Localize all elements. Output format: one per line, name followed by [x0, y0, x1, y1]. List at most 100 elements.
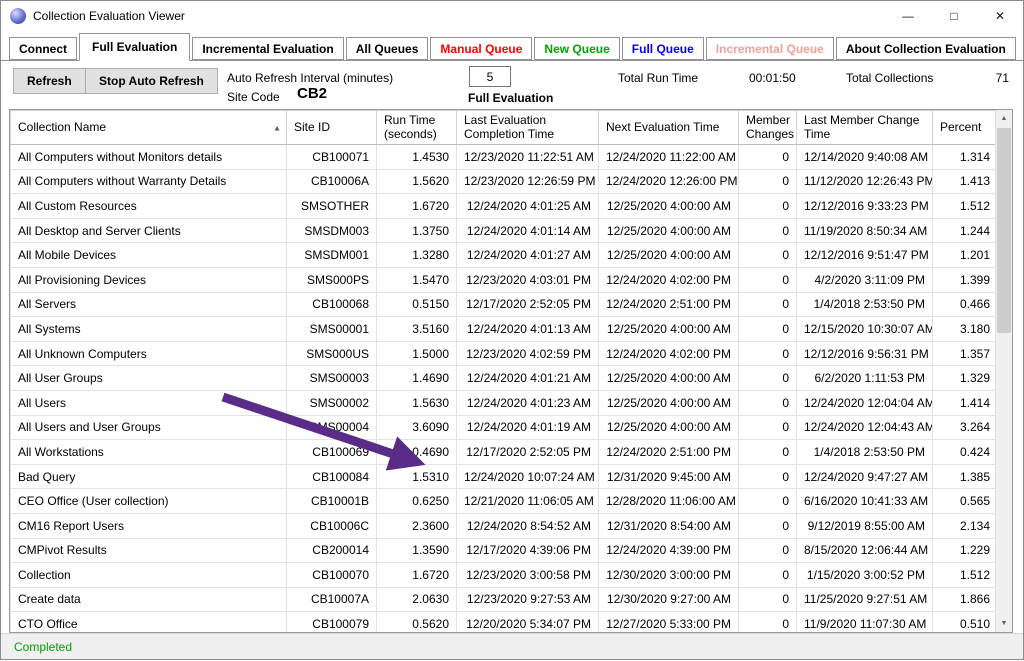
table-row[interactable]: All Unknown ComputersSMS000US1.500012/23…	[11, 341, 998, 366]
cell-last_eval: 12/23/2020 4:02:59 PM	[457, 341, 599, 366]
table-row[interactable]: All SystemsSMS000013.516012/24/2020 4:01…	[11, 317, 998, 342]
cell-run_time: 1.3590	[377, 538, 457, 563]
refresh-button[interactable]: Refresh	[13, 68, 86, 94]
column-header-run-time-seconds[interactable]: Run Time (seconds)	[377, 111, 457, 145]
cell-name: All Workstations	[11, 440, 287, 465]
scroll-up-icon[interactable]: ▲	[996, 110, 1012, 127]
cell-next_eval: 12/25/2020 4:00:00 AM	[599, 218, 739, 243]
cell-run_time: 1.5000	[377, 341, 457, 366]
column-header-label: Site ID	[294, 120, 330, 134]
cell-percent: 3.180	[933, 317, 998, 342]
column-header-next-evaluation-time[interactable]: Next Evaluation Time	[599, 111, 739, 145]
cell-site_id: CB100069	[287, 440, 377, 465]
cell-member_changes: 0	[739, 587, 797, 612]
cell-member_changes: 0	[739, 538, 797, 563]
table-row[interactable]: CEO Office (User collection)CB10001B0.62…	[11, 489, 998, 514]
cell-member_changes: 0	[739, 317, 797, 342]
tab-about-collection-evaluation[interactable]: About Collection Evaluation	[836, 37, 1016, 60]
cell-run_time: 1.4530	[377, 145, 457, 170]
cell-site_id: SMS00003	[287, 366, 377, 391]
table-row[interactable]: CTO OfficeCB1000790.562012/20/2020 5:34:…	[11, 612, 998, 633]
app-icon	[10, 8, 26, 24]
cell-next_eval: 12/25/2020 4:00:00 AM	[599, 194, 739, 219]
table-row[interactable]: CMPivot ResultsCB2000141.359012/17/2020 …	[11, 538, 998, 563]
table-row[interactable]: All Computers without Warranty DetailsCB…	[11, 169, 998, 194]
minimize-icon[interactable]: —	[885, 1, 931, 31]
table-row[interactable]: All Provisioning DevicesSMS000PS1.547012…	[11, 267, 998, 292]
tab-all-queues[interactable]: All Queues	[346, 37, 429, 60]
status-bar: Completed	[1, 633, 1023, 659]
tab-connect[interactable]: Connect	[9, 37, 77, 60]
cell-last_member_change: 1/4/2018 2:53:50 PM	[797, 440, 933, 465]
cell-percent: 1.414	[933, 390, 998, 415]
table-row[interactable]: All Computers without Monitors detailsCB…	[11, 145, 998, 170]
cell-name: All Computers without Warranty Details	[11, 169, 287, 194]
cell-next_eval: 12/30/2020 9:27:00 AM	[599, 587, 739, 612]
cell-last_eval: 12/20/2020 5:34:07 PM	[457, 612, 599, 633]
auto-refresh-interval-input[interactable]	[469, 66, 511, 87]
cell-name: Create data	[11, 587, 287, 612]
tab-new-queue[interactable]: New Queue	[534, 37, 619, 60]
table-row[interactable]: CM16 Report UsersCB10006C2.360012/24/202…	[11, 513, 998, 538]
cell-member_changes: 0	[739, 612, 797, 633]
scrollbar-thumb[interactable]	[997, 128, 1011, 333]
cell-last_member_change: 12/12/2016 9:51:47 PM	[797, 243, 933, 268]
cell-site_id: CB100070	[287, 563, 377, 588]
cell-last_eval: 12/24/2020 4:01:14 AM	[457, 218, 599, 243]
collections-grid: Collection Name▲ Site ID Run Time (seconds…	[9, 109, 1013, 633]
cell-name: Collection	[11, 563, 287, 588]
cell-last_member_change: 12/24/2020 9:47:27 AM	[797, 464, 933, 489]
cell-percent: 1.201	[933, 243, 998, 268]
tab-manual-queue[interactable]: Manual Queue	[430, 37, 532, 60]
column-header-site-id[interactable]: Site ID	[287, 111, 377, 145]
table-row[interactable]: All Mobile DevicesSMSDM0011.328012/24/20…	[11, 243, 998, 268]
table-row[interactable]: Create dataCB10007A2.063012/23/2020 9:27…	[11, 587, 998, 612]
vertical-scrollbar[interactable]: ▲ ▼	[995, 110, 1012, 632]
table-row[interactable]: All UsersSMS000021.563012/24/2020 4:01:2…	[11, 390, 998, 415]
cell-run_time: 0.5620	[377, 612, 457, 633]
table-row[interactable]: All Users and User GroupsSMS000043.60901…	[11, 415, 998, 440]
table-row[interactable]: Bad QueryCB1000841.531012/24/2020 10:07:…	[11, 464, 998, 489]
table-row[interactable]: All Desktop and Server ClientsSMSDM0031.…	[11, 218, 998, 243]
cell-next_eval: 12/28/2020 11:06:00 AM	[599, 489, 739, 514]
maximize-icon[interactable]: □	[931, 1, 977, 31]
cell-name: All Users and User Groups	[11, 415, 287, 440]
close-icon[interactable]: ✕	[977, 1, 1023, 31]
cell-member_changes: 0	[739, 145, 797, 170]
tab-full-queue[interactable]: Full Queue	[622, 37, 704, 60]
column-header-percent[interactable]: Percent	[933, 111, 998, 145]
cell-percent: 1.512	[933, 194, 998, 219]
column-header-last-evaluation-completion-time[interactable]: Last Evaluation Completion Time	[457, 111, 599, 145]
cell-next_eval: 12/24/2020 2:51:00 PM	[599, 292, 739, 317]
tab-incremental-queue[interactable]: Incremental Queue	[706, 37, 834, 60]
table-row[interactable]: CollectionCB1000701.672012/23/2020 3:00:…	[11, 563, 998, 588]
table-row[interactable]: All WorkstationsCB1000690.469012/17/2020…	[11, 440, 998, 465]
cell-percent: 1.512	[933, 563, 998, 588]
cell-name: CTO Office	[11, 612, 287, 633]
cell-member_changes: 0	[739, 415, 797, 440]
cell-run_time: 1.6720	[377, 563, 457, 588]
cell-run_time: 1.5310	[377, 464, 457, 489]
column-header-member-changes[interactable]: Member Changes	[739, 111, 797, 145]
cell-next_eval: 12/27/2020 5:33:00 PM	[599, 612, 739, 633]
cell-last_member_change: 12/14/2020 9:40:08 AM	[797, 145, 933, 170]
table-row[interactable]: All User GroupsSMS000031.469012/24/2020 …	[11, 366, 998, 391]
cell-percent: 1.385	[933, 464, 998, 489]
cell-next_eval: 12/30/2020 3:00:00 PM	[599, 563, 739, 588]
cell-member_changes: 0	[739, 341, 797, 366]
stop-auto-refresh-button[interactable]: Stop Auto Refresh	[85, 68, 218, 94]
column-header-collection-name[interactable]: Collection Name▲	[11, 111, 287, 145]
tab-incremental-evaluation[interactable]: Incremental Evaluation	[192, 37, 343, 60]
table-row[interactable]: All Custom ResourcesSMSOTHER1.672012/24/…	[11, 194, 998, 219]
table-row[interactable]: All ServersCB1000680.515012/17/2020 2:52…	[11, 292, 998, 317]
scroll-down-icon[interactable]: ▼	[996, 615, 1012, 632]
tab-full-evaluation[interactable]: Full Evaluation	[79, 33, 190, 61]
total-collections-value: 71	[996, 71, 1009, 85]
cell-last_member_change: 11/19/2020 8:50:34 AM	[797, 218, 933, 243]
cell-last_eval: 12/23/2020 11:22:51 AM	[457, 145, 599, 170]
cell-name: All Users	[11, 390, 287, 415]
column-header-last-member-change-time[interactable]: Last Member Change Time	[797, 111, 933, 145]
cell-percent: 1.244	[933, 218, 998, 243]
cell-run_time: 1.5470	[377, 267, 457, 292]
cell-last_eval: 12/17/2020 4:39:06 PM	[457, 538, 599, 563]
